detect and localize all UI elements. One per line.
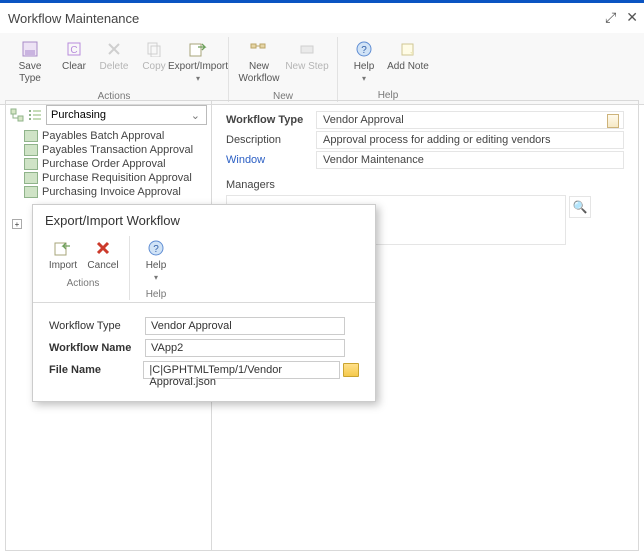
help-icon: ?	[146, 238, 166, 258]
svg-text:C: C	[70, 45, 77, 56]
tree-icon[interactable]	[10, 108, 24, 122]
cancel-button[interactable]: Cancel	[83, 236, 123, 274]
close-icon[interactable]: ✕	[626, 9, 638, 26]
export-import-icon	[188, 39, 208, 59]
workflow-tree: Payables Batch Approval Payables Transac…	[10, 129, 207, 199]
copy-icon	[144, 39, 164, 59]
tree-item[interactable]: Purchase Requisition Approval	[10, 171, 207, 185]
ribbon: Save Type C Clear Delete Copy Export/Imp…	[0, 33, 644, 105]
tree-item[interactable]: Payables Transaction Approval	[10, 143, 207, 157]
expand-icon[interactable]: ⤢	[605, 9, 616, 26]
tree-item[interactable]: Payables Batch Approval	[10, 129, 207, 143]
tree-item[interactable]: Purchasing Invoice Approval	[10, 185, 207, 199]
modal-workflow-name-label: Workflow Name	[49, 342, 145, 354]
clear-button[interactable]: C Clear	[54, 37, 94, 87]
modal-file-name-input[interactable]: |C|GPHTMLTemp/1/Vendor Approval.json	[143, 361, 340, 379]
modal-title: Export/Import Workflow	[33, 205, 375, 236]
workflow-item-icon	[24, 172, 38, 184]
workflow-item-icon	[24, 158, 38, 170]
save-type-button[interactable]: Save Type	[6, 37, 54, 87]
delete-button: Delete	[94, 37, 134, 87]
workflow-item-icon	[24, 130, 38, 142]
modal-file-name-label: File Name	[49, 364, 143, 376]
window-value: Vendor Maintenance	[316, 151, 624, 169]
search-icon[interactable]: 🔍	[569, 196, 591, 218]
description-label: Description	[226, 134, 316, 146]
managers-label: Managers	[226, 179, 624, 191]
workflow-item-icon	[24, 144, 38, 156]
help-button[interactable]: ? Help ▾	[344, 37, 384, 86]
new-step-icon	[297, 39, 317, 59]
help-icon: ?	[354, 39, 374, 59]
chevron-down-icon: ▾	[362, 74, 366, 84]
clear-icon: C	[64, 39, 84, 59]
window-header: Workflow Maintenance ⤢ ✕	[0, 3, 644, 33]
folder-icon[interactable]	[343, 363, 359, 377]
svg-text:?: ?	[361, 45, 367, 56]
note-icon	[398, 39, 418, 59]
cancel-icon	[93, 238, 113, 258]
save-icon	[20, 39, 40, 59]
modal-help-button[interactable]: ? Help ▾	[136, 236, 176, 285]
svg-text:?: ?	[153, 244, 159, 255]
modal-workflow-name-input[interactable]: VApp2	[145, 339, 345, 357]
tree-item[interactable]: Purchase Order Approval	[10, 157, 207, 171]
modal-group-help: Help	[146, 289, 167, 300]
list-icon[interactable]	[28, 108, 42, 122]
import-icon	[53, 238, 73, 258]
export-import-modal: Export/Import Workflow Import Cancel Act…	[32, 204, 376, 402]
export-import-button[interactable]: Export/Import ▾	[174, 37, 222, 87]
chevron-down-icon: ▾	[154, 273, 158, 283]
expand-node-icon[interactable]: +	[12, 219, 22, 229]
workflow-type-value: Vendor Approval	[316, 111, 624, 129]
add-note-button[interactable]: Add Note	[384, 37, 432, 86]
ribbon-group-help: Help	[378, 90, 399, 101]
new-step-button: New Step	[283, 37, 331, 87]
modal-group-actions: Actions	[67, 278, 100, 289]
module-dropdown[interactable]: Purchasing	[46, 105, 207, 125]
import-button[interactable]: Import	[43, 236, 83, 274]
workflow-type-label: Workflow Type	[226, 114, 316, 126]
modal-workflow-type-value: Vendor Approval	[145, 317, 345, 335]
window-link[interactable]: Window	[226, 154, 316, 166]
new-workflow-icon	[249, 39, 269, 59]
window-title: Workflow Maintenance	[8, 11, 139, 26]
modal-workflow-type-label: Workflow Type	[49, 320, 145, 332]
workflow-item-icon	[24, 186, 38, 198]
new-workflow-button[interactable]: New Workflow	[235, 37, 283, 87]
page-icon[interactable]	[607, 114, 619, 128]
description-value: Approval process for adding or editing v…	[316, 131, 624, 149]
delete-icon	[104, 39, 124, 59]
chevron-down-icon: ▾	[196, 74, 200, 84]
